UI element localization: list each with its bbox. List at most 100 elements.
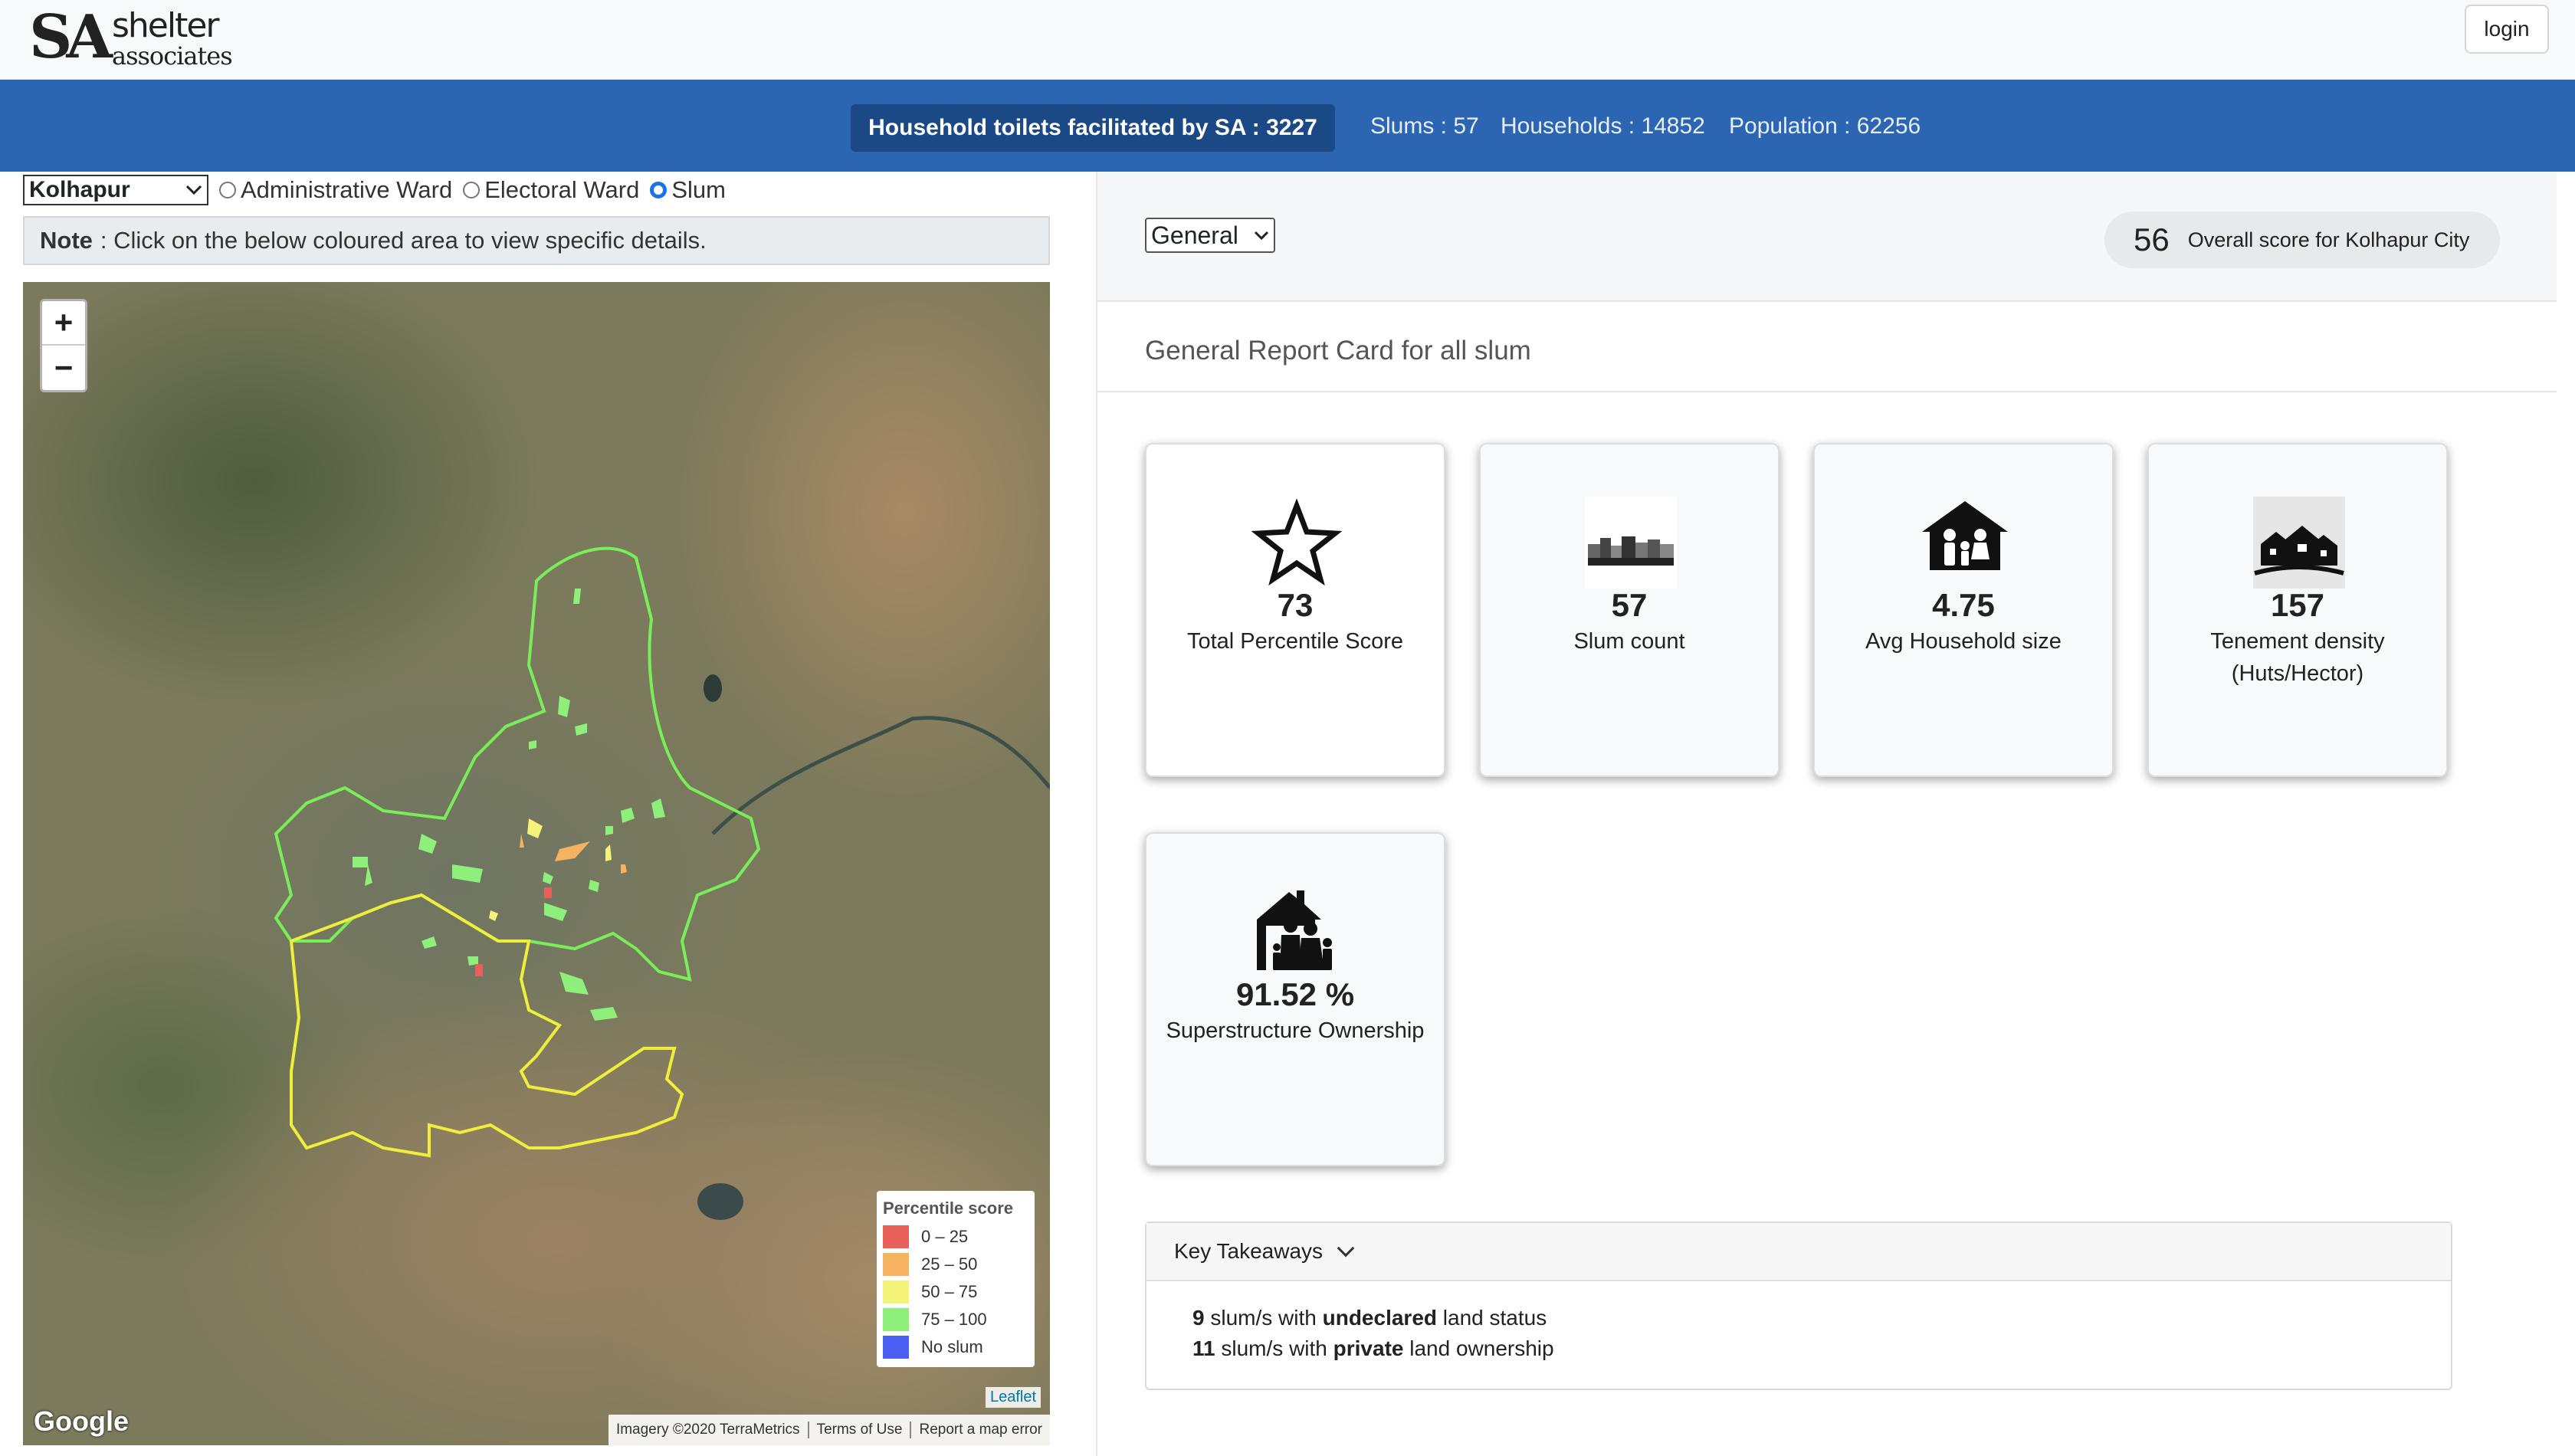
legend-item: 25 – 50	[883, 1251, 1028, 1278]
lake	[697, 1183, 743, 1220]
overall-score-label: Overall score for Kolhapur City	[2187, 228, 2470, 251]
legend-swatch	[883, 1281, 909, 1304]
legend-label: No slum	[921, 1337, 983, 1356]
logo-text-line2: associates	[112, 41, 233, 71]
card-label: Slum count	[1573, 629, 1685, 654]
takeaway-text: slum/s with	[1210, 1306, 1317, 1330]
report-map-error-link[interactable]: Report a map error	[911, 1422, 1050, 1438]
legend-swatch	[883, 1336, 909, 1359]
card-label: Superstructure Ownership	[1166, 1018, 1425, 1043]
overall-score-value: 56	[2134, 221, 2170, 257]
legend-swatch	[883, 1308, 909, 1331]
takeaway-highlight: private	[1333, 1336, 1404, 1360]
takeaway-text: land status	[1442, 1306, 1547, 1330]
terms-of-use-link[interactable]: Terms of Use	[809, 1422, 912, 1438]
takeaway-text: land ownership	[1409, 1336, 1554, 1360]
toilets-badge: Household toilets facilitated by SA : 32…	[851, 104, 1335, 152]
card-tenement-density[interactable]: 157 Tenement density (Huts/Hector)	[2147, 443, 2448, 777]
report-toolbar: General 56 Overall score for Kolhapur Ci…	[1097, 172, 2557, 302]
legend-item: 0 – 25	[883, 1223, 1028, 1251]
city-select[interactable]: Kolhapur	[23, 175, 208, 205]
legend-label: 75 – 100	[921, 1310, 987, 1329]
chevron-down-icon	[185, 185, 202, 195]
radio-slum[interactable]	[650, 182, 668, 198]
family-house-icon	[1922, 501, 2008, 570]
zoom-out-button[interactable]: −	[42, 346, 85, 390]
card-superstructure-ownership[interactable]: 91.52 % Superstructure Ownership	[1145, 832, 1445, 1166]
card-label: Avg Household size	[1865, 629, 2062, 654]
star-icon	[1251, 498, 1343, 586]
key-takeaways-panel: Key Takeaways 9 slum/s with undeclared l…	[1145, 1222, 2452, 1390]
takeaway-count: 9	[1192, 1306, 1205, 1330]
legend-title: Percentile score	[883, 1199, 1013, 1218]
map-note: Note : Click on the below coloured area …	[23, 216, 1050, 265]
top-navbar: SA shelter associates login	[0, 0, 2575, 80]
key-takeaways-title: Key Takeaways	[1174, 1239, 1324, 1263]
legend-label: 50 – 75	[921, 1282, 978, 1301]
radio-label-slum: Slum	[671, 176, 726, 203]
stats-bar: Household toilets facilitated by SA : 32…	[0, 80, 2575, 172]
river-line	[711, 716, 1050, 835]
login-button[interactable]: login	[2465, 5, 2549, 54]
yellow-ward-boundary[interactable]	[289, 893, 684, 1158]
legend-label: 0 – 25	[921, 1227, 969, 1246]
note-text: : Click on the below coloured area to vi…	[100, 227, 707, 254]
takeaway-highlight: undeclared	[1322, 1306, 1437, 1330]
overall-score-badge: 56 Overall score for Kolhapur City	[2104, 212, 2500, 268]
takeaway-item: 9 slum/s with undeclared land status	[1192, 1306, 1547, 1330]
green-ward-boundary[interactable]	[274, 546, 761, 982]
card-value: 91.52 %	[1235, 976, 1355, 1012]
radio-label-administrative-ward: Administrative Ward	[241, 176, 453, 203]
zoom-control: + −	[40, 299, 87, 392]
logo-text-line1: shelter	[112, 6, 220, 45]
houses-icon	[2253, 497, 2345, 589]
card-value: 4.75	[1932, 587, 1995, 623]
radio-administrative-ward[interactable]	[219, 182, 236, 198]
population-stat: Population : 62256	[1729, 113, 1921, 139]
report-panel: General 56 Overall score for Kolhapur Ci…	[1096, 172, 2557, 1456]
card-value: 157	[2270, 587, 2325, 623]
map-attribution: Imagery ©2020 TerraMetrics Terms of Use …	[608, 1415, 1050, 1445]
report-title: General Report Card for all slum	[1145, 336, 1531, 366]
legend-label: 25 – 50	[921, 1254, 978, 1274]
radio-label-electoral-ward: Electoral Ward	[484, 176, 640, 203]
city-select-value: Kolhapur	[29, 177, 130, 202]
shelter-associates-logo[interactable]: SA shelter associates	[29, 2, 233, 72]
family-home-icon	[1257, 890, 1332, 970]
legend-swatch	[883, 1253, 909, 1276]
legend-item: 75 – 100	[883, 1306, 1028, 1333]
takeaway-count: 11	[1192, 1336, 1215, 1360]
card-total-percentile-score[interactable]: 73 Total Percentile Score	[1145, 443, 1445, 777]
leaflet-link[interactable]: Leaflet	[986, 1387, 1041, 1408]
key-takeaways-toggle[interactable]: Key Takeaways	[1146, 1223, 2451, 1281]
satellite-map[interactable]: + − Percentile score 0 – 25 25 – 50 50 –…	[23, 282, 1050, 1445]
divider	[1097, 391, 2557, 392]
card-label: Tenement density (Huts/Hector)	[2210, 629, 2385, 686]
note-label: Note	[40, 227, 93, 254]
lake	[704, 674, 722, 702]
slums-stat: Slums : 57	[1370, 113, 1479, 139]
city-skyline-icon	[1585, 497, 1677, 589]
zoom-in-button[interactable]: +	[42, 301, 85, 346]
radio-electoral-ward[interactable]	[463, 182, 481, 198]
category-select[interactable]: General	[1145, 218, 1275, 253]
takeaway-text: slum/s with	[1221, 1336, 1327, 1360]
imagery-credit: Imagery ©2020 TerraMetrics	[608, 1422, 809, 1438]
legend-item: 50 – 75	[883, 1278, 1028, 1306]
households-stat: Households : 14852	[1501, 113, 1705, 139]
card-value: 57	[1611, 587, 1648, 623]
map-legend: Percentile score 0 – 25 25 – 50 50 – 75 …	[877, 1191, 1035, 1367]
google-logo: Google	[34, 1405, 129, 1437]
slum-patches[interactable]	[353, 589, 665, 1021]
chevron-down-icon	[1254, 231, 1269, 240]
card-slum-count[interactable]: 57 Slum count	[1479, 443, 1780, 777]
logo-mark: SA	[29, 2, 113, 72]
boundary-type-radios: Administrative Ward Electoral Ward Slum	[216, 173, 733, 207]
takeaway-item: 11 slum/s with private land ownership	[1192, 1336, 1554, 1361]
legend-swatch	[883, 1225, 909, 1248]
card-avg-household-size[interactable]: 4.75 Avg Household size	[1813, 443, 2114, 777]
chevron-down-icon	[1337, 1239, 1355, 1258]
card-value: 73	[1277, 587, 1314, 623]
legend-item: No slum	[883, 1333, 1028, 1361]
category-select-value: General	[1151, 221, 1238, 249]
